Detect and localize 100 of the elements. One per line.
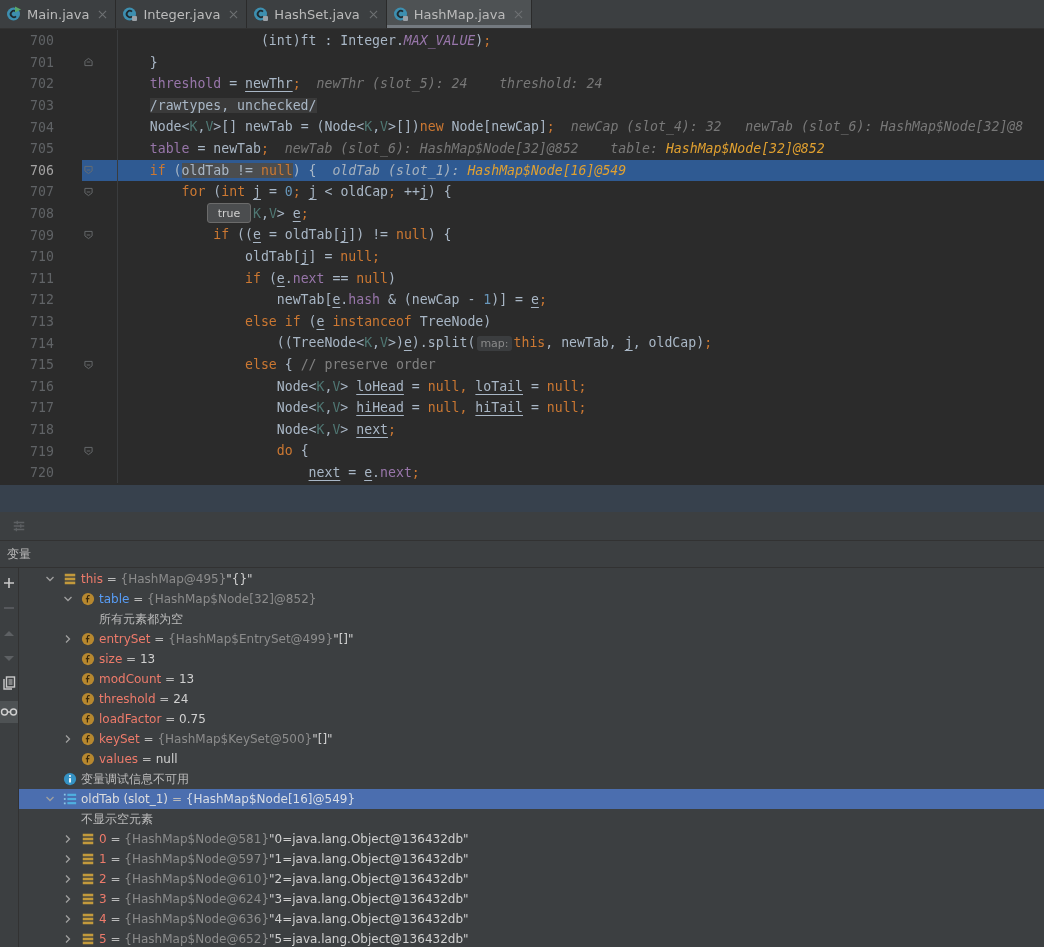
variable-row[interactable]: 2 = {HashMap$Node@610}"2=java.lang.Object@136432db" bbox=[19, 869, 1044, 889]
variable-row[interactable]: values = null bbox=[19, 749, 1044, 769]
variable-row[interactable]: threshold = 24 bbox=[19, 689, 1044, 709]
line-number: 719 bbox=[29, 443, 55, 459]
code-line: if (oldTab != null) { oldTab (slot_1): HashMap$Node[16]@549 bbox=[149, 162, 627, 178]
editor-tab[interactable]: Main.java bbox=[0, 0, 117, 28]
close-icon[interactable] bbox=[514, 9, 524, 19]
variable-row[interactable]: oldTab (slot_1) = {HashMap$Node[16]@549} bbox=[19, 789, 1044, 809]
close-icon[interactable] bbox=[368, 9, 378, 19]
line-number: 702 bbox=[29, 76, 55, 92]
fold-marker-icon[interactable] bbox=[84, 230, 93, 241]
variable-value: 3 = {HashMap$Node@624}"3=java.lang.Object@136432db" bbox=[99, 892, 469, 906]
fold-marker-icon[interactable] bbox=[84, 359, 93, 370]
field-icon bbox=[81, 692, 95, 706]
layout-settings-icon[interactable] bbox=[12, 519, 26, 533]
variable-value: 5 = {HashMap$Node@652}"5=java.lang.Object@136432db" bbox=[99, 932, 469, 946]
variable-row[interactable]: entrySet = {HashMap$EntrySet@499}"[]" bbox=[19, 629, 1044, 649]
chevron-down-icon[interactable] bbox=[63, 594, 73, 604]
chevron-right-icon[interactable] bbox=[63, 894, 73, 904]
code-line: oldTab[j] = null; bbox=[245, 248, 381, 264]
chevron-down-icon[interactable] bbox=[45, 794, 55, 804]
variable-row[interactable]: 4 = {HashMap$Node@636}"4=java.lang.Object@136432db" bbox=[19, 909, 1044, 929]
line-number: 700 bbox=[29, 33, 55, 49]
field-icon bbox=[81, 712, 95, 726]
line-number: 711 bbox=[29, 270, 55, 286]
editor-tab[interactable]: Integer.java bbox=[116, 0, 248, 28]
code-line: if (e.next == null) bbox=[245, 270, 396, 286]
field-icon bbox=[81, 592, 95, 606]
copy-icon[interactable] bbox=[2, 676, 16, 690]
object-icon bbox=[81, 892, 95, 906]
line-number: 701 bbox=[29, 54, 55, 70]
add-icon[interactable] bbox=[2, 576, 16, 590]
code-line: Node<K,V> loHead = null, loTail = null; bbox=[276, 378, 587, 394]
chevron-right-icon[interactable] bbox=[63, 854, 73, 864]
variable-value: 0 = {HashMap$Node@581}"0=java.lang.Object@136432db" bbox=[99, 832, 469, 846]
line-number: 707 bbox=[29, 184, 55, 200]
line-number: 709 bbox=[29, 227, 55, 243]
chevron-right-icon[interactable] bbox=[63, 914, 73, 924]
code-line: } bbox=[149, 54, 158, 70]
object-icon bbox=[81, 852, 95, 866]
info-icon bbox=[63, 772, 77, 786]
variable-row[interactable]: 变量调试信息不可用 bbox=[19, 769, 1044, 789]
variable-value: 1 = {HashMap$Node@597}"1=java.lang.Object@136432db" bbox=[99, 852, 469, 866]
variable-value: values = null bbox=[99, 752, 178, 766]
code-line: do { bbox=[276, 443, 309, 459]
variable-row[interactable]: this = {HashMap@495}"{}" bbox=[19, 569, 1044, 589]
editor-tab[interactable]: HashMap.java bbox=[386, 0, 533, 28]
chevron-right-icon[interactable] bbox=[63, 834, 73, 844]
variable-row[interactable]: keySet = {HashMap$KeySet@500}"[]" bbox=[19, 729, 1044, 749]
line-number: 718 bbox=[29, 422, 55, 437]
line-number: 715 bbox=[29, 357, 55, 373]
variable-value: loadFactor = 0.75 bbox=[99, 712, 206, 726]
chevron-right-icon[interactable] bbox=[63, 934, 73, 944]
variable-row[interactable]: loadFactor = 0.75 bbox=[19, 709, 1044, 729]
variable-value: keySet = {HashMap$KeySet@500}"[]" bbox=[99, 732, 333, 746]
line-number: 708 bbox=[29, 206, 55, 222]
object-icon bbox=[81, 932, 95, 946]
object-icon bbox=[81, 832, 95, 846]
variable-row[interactable]: 0 = {HashMap$Node@581}"0=java.lang.Object@136432db" bbox=[19, 829, 1044, 849]
line-number: 716 bbox=[29, 378, 55, 394]
line-number: 710 bbox=[29, 249, 55, 265]
variable-row[interactable]: size = 13 bbox=[19, 649, 1044, 669]
variable-value: size = 13 bbox=[99, 652, 156, 666]
chevron-right-icon[interactable] bbox=[63, 734, 73, 744]
line-number: 703 bbox=[29, 98, 55, 114]
close-icon[interactable] bbox=[98, 9, 108, 19]
variable-row[interactable]: table = {HashMap$Node[32]@852} bbox=[19, 589, 1044, 609]
chevron-right-icon[interactable] bbox=[63, 634, 73, 644]
chevron-right-icon[interactable] bbox=[63, 874, 73, 884]
close-icon[interactable] bbox=[229, 9, 239, 19]
variable-row[interactable]: 5 = {HashMap$Node@652}"5=java.lang.Object@136432db" bbox=[19, 929, 1044, 947]
code-line: if ((e = oldTab[j]) != null) { bbox=[213, 227, 452, 243]
variable-value: entrySet = {HashMap$EntrySet@499}"[]" bbox=[99, 632, 354, 646]
code-line: threshold = newThr; newThr (slot_5): 24 threshold: 24 bbox=[149, 76, 603, 92]
editor-tab[interactable]: HashSet.java bbox=[247, 0, 387, 28]
line-number: 714 bbox=[29, 335, 55, 351]
variable-value: modCount = 13 bbox=[99, 672, 195, 686]
line-number: 705 bbox=[29, 141, 55, 157]
panel-title: 变量 bbox=[7, 545, 31, 563]
fold-marker-icon[interactable] bbox=[84, 446, 93, 457]
object-icon bbox=[81, 872, 95, 886]
fold-marker-icon[interactable] bbox=[84, 186, 93, 197]
glasses-icon[interactable] bbox=[0, 701, 18, 723]
variable-row[interactable]: 1 = {HashMap$Node@597}"1=java.lang.Object@136432db" bbox=[19, 849, 1044, 869]
variable-row[interactable]: 3 = {HashMap$Node@624}"3=java.lang.Object@136432db" bbox=[19, 889, 1044, 909]
line-number: 712 bbox=[29, 292, 55, 308]
chevron-down-icon[interactable] bbox=[45, 574, 55, 584]
variable-row[interactable]: 所有元素都为空 bbox=[19, 609, 1044, 629]
fold-marker-icon[interactable] bbox=[84, 57, 93, 68]
locked-class-icon bbox=[253, 6, 270, 22]
code-line: next = e.next; bbox=[308, 464, 420, 480]
fold-marker-icon[interactable] bbox=[84, 165, 93, 176]
variable-value: oldTab (slot_1) = {HashMap$Node[16]@549} bbox=[81, 792, 356, 806]
line-number: 704 bbox=[29, 119, 55, 135]
field-icon bbox=[81, 672, 95, 686]
variable-value: 2 = {HashMap$Node@610}"2=java.lang.Object@136432db" bbox=[99, 872, 469, 886]
code-line: for (int j = 0; j < oldCap; ++j) { bbox=[181, 184, 452, 200]
variable-row[interactable]: 不显示空元素 bbox=[19, 809, 1044, 829]
variable-row[interactable]: modCount = 13 bbox=[19, 669, 1044, 689]
code-line: Node<K,V> next; bbox=[276, 421, 396, 437]
